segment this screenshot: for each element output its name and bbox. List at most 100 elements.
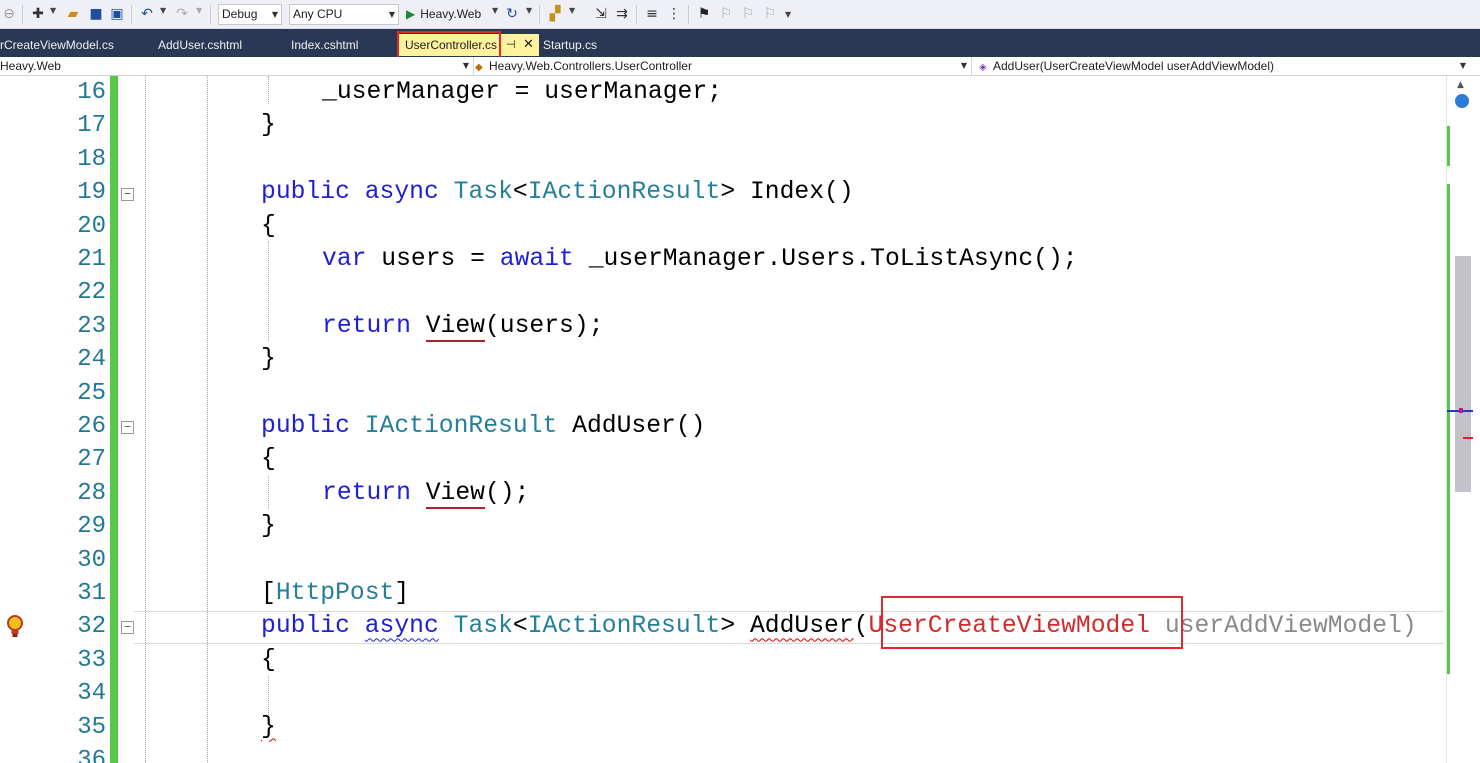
code-token: <: [512, 612, 528, 641]
close-icon[interactable]: ✕: [523, 34, 534, 56]
code-line: 35 }: [0, 711, 1446, 744]
line-number: 22: [77, 279, 106, 307]
code-line: 22: [0, 276, 1446, 309]
clear-bookmarks-icon[interactable]: ⚐: [761, 5, 779, 23]
navigate-back-icon[interactable]: ⊖: [0, 5, 18, 23]
keyword-token: await: [499, 245, 574, 273]
find-in-files-icon[interactable]: ▞: [546, 5, 564, 23]
keyword-token: async: [364, 612, 439, 641]
tab-usercreateviewmodel[interactable]: rCreateViewModel.cs: [0, 35, 114, 55]
solution-configuration-select[interactable]: Debug ▼: [218, 4, 282, 25]
highlight-box: [881, 596, 1183, 649]
code-text: return View();: [322, 477, 529, 510]
line-number: 17: [77, 112, 106, 140]
keyword-token: public: [261, 178, 350, 207]
vertical-scrollbar[interactable]: ▲: [1446, 76, 1480, 763]
new-project-icon[interactable]: ✚: [29, 5, 47, 23]
code-text: return View(users);: [322, 310, 604, 343]
line-number: 25: [77, 379, 106, 407]
save-all-icon[interactable]: ▣: [108, 5, 126, 23]
code-token: _userManager = userManager;: [322, 78, 723, 106]
chevron-down-icon[interactable]: ▼: [569, 6, 575, 15]
code-editor[interactable]: − − − 16 _userManager = userManager; 17 …: [0, 76, 1446, 763]
solution-configuration-value: Debug: [222, 7, 258, 21]
code-text: }: [261, 711, 276, 744]
undo-icon[interactable]: ↶: [138, 5, 156, 23]
start-debugging-button[interactable]: ▶ Heavy.Web: [406, 4, 481, 25]
type-token: IActionResult: [527, 612, 721, 641]
comment-icon[interactable]: ≡: [643, 5, 661, 23]
solution-platform-select[interactable]: Any CPU ▼: [289, 4, 399, 25]
tab-usercontroller[interactable]: UserController.cs: [397, 31, 504, 59]
line-number: 32: [77, 613, 106, 641]
code-token: AddUser: [749, 612, 854, 641]
document-tab-strip: rCreateViewModel.cs AddUser.cshtml Index…: [0, 29, 1480, 59]
line-number: 30: [77, 546, 106, 574]
line-number: 19: [77, 179, 106, 207]
code-line: 28 return View();: [0, 477, 1446, 510]
project-dropdown[interactable]: Heavy.Web ▼: [0, 57, 474, 75]
line-number: 28: [77, 479, 106, 507]
code-text: {: [261, 445, 276, 474]
keyword-token: public: [261, 412, 350, 440]
scrollbar-thumb[interactable]: [1455, 256, 1471, 492]
open-file-icon[interactable]: ▰: [64, 5, 82, 23]
chevron-down-icon[interactable]: ▼: [492, 6, 498, 15]
code-token: (users);: [484, 311, 604, 340]
save-icon[interactable]: ■: [87, 5, 105, 23]
line-number: 33: [77, 646, 106, 674]
type-label: Heavy.Web.Controllers.UserController: [489, 59, 692, 73]
code-line: 27 {: [0, 443, 1446, 476]
previous-bookmark-icon[interactable]: ⚐: [717, 5, 735, 23]
tab-scroll-icon[interactable]: [1470, 29, 1480, 57]
chevron-down-icon: ▼: [1459, 61, 1466, 70]
code-line: 24 }: [0, 343, 1446, 376]
code-text: {: [261, 645, 276, 674]
split-view-icon[interactable]: [1455, 94, 1469, 108]
toolbar-overflow-icon[interactable]: ▼: [785, 10, 791, 19]
code-text: public IActionResult AddUser(): [261, 410, 705, 443]
toolbar-separator: [539, 5, 540, 24]
code-line: 29 }: [0, 510, 1446, 543]
pin-icon[interactable]: ⊣: [506, 34, 516, 56]
code-token: _userManager.Users.ToListAsync();: [573, 245, 1078, 273]
code-text: }: [261, 111, 276, 140]
tab-adduser-cshtml[interactable]: AddUser.cshtml: [158, 35, 242, 55]
uncomment-icon[interactable]: ⋮: [665, 5, 683, 23]
line-number: 23: [77, 312, 106, 340]
tab-startup[interactable]: Startup.cs: [543, 35, 597, 55]
toolbar-separator: [636, 5, 637, 24]
code-text: _userManager = userManager;: [322, 76, 722, 109]
highlight-box: [397, 31, 501, 59]
bookmark-icon[interactable]: ⚑: [695, 5, 713, 23]
code-token: > Index(): [720, 178, 854, 207]
step-over-icon[interactable]: ⇉: [613, 5, 631, 23]
next-bookmark-icon[interactable]: ⚐: [739, 5, 757, 23]
redo-icon[interactable]: ↷: [173, 5, 191, 23]
tab-index-cshtml[interactable]: Index.cshtml: [291, 35, 358, 55]
line-number: 35: [77, 713, 106, 741]
code-line: 30: [0, 544, 1446, 577]
solution-platform-value: Any CPU: [293, 7, 343, 21]
scroll-up-icon[interactable]: ▲: [1457, 80, 1464, 90]
step-into-icon[interactable]: ⇲: [592, 5, 610, 23]
type-dropdown[interactable]: ◆ Heavy.Web.Controllers.UserController ▼: [475, 57, 972, 75]
chevron-down-icon: ▼: [960, 61, 967, 70]
line-number: 21: [77, 246, 106, 273]
code-line: 20 {: [0, 210, 1446, 243]
change-marker: [1447, 126, 1450, 166]
chevron-down-icon[interactable]: ▼: [160, 6, 166, 15]
chevron-down-icon[interactable]: ▼: [50, 6, 56, 15]
code-line: 17 }: [0, 109, 1446, 142]
keyword-token: return: [322, 311, 411, 340]
project-label: Heavy.Web: [0, 59, 61, 73]
chevron-down-icon[interactable]: ▼: [196, 6, 202, 15]
refresh-icon[interactable]: ↻: [503, 5, 521, 23]
code-token: >: [720, 612, 750, 641]
chevron-down-icon[interactable]: ▼: [526, 6, 532, 15]
error-marker: [1463, 437, 1473, 439]
member-dropdown[interactable]: ◈ AddUser(UserCreateViewModel userAddView…: [973, 57, 1470, 75]
code-token: <: [512, 178, 528, 207]
keyword-token: async: [364, 178, 439, 207]
